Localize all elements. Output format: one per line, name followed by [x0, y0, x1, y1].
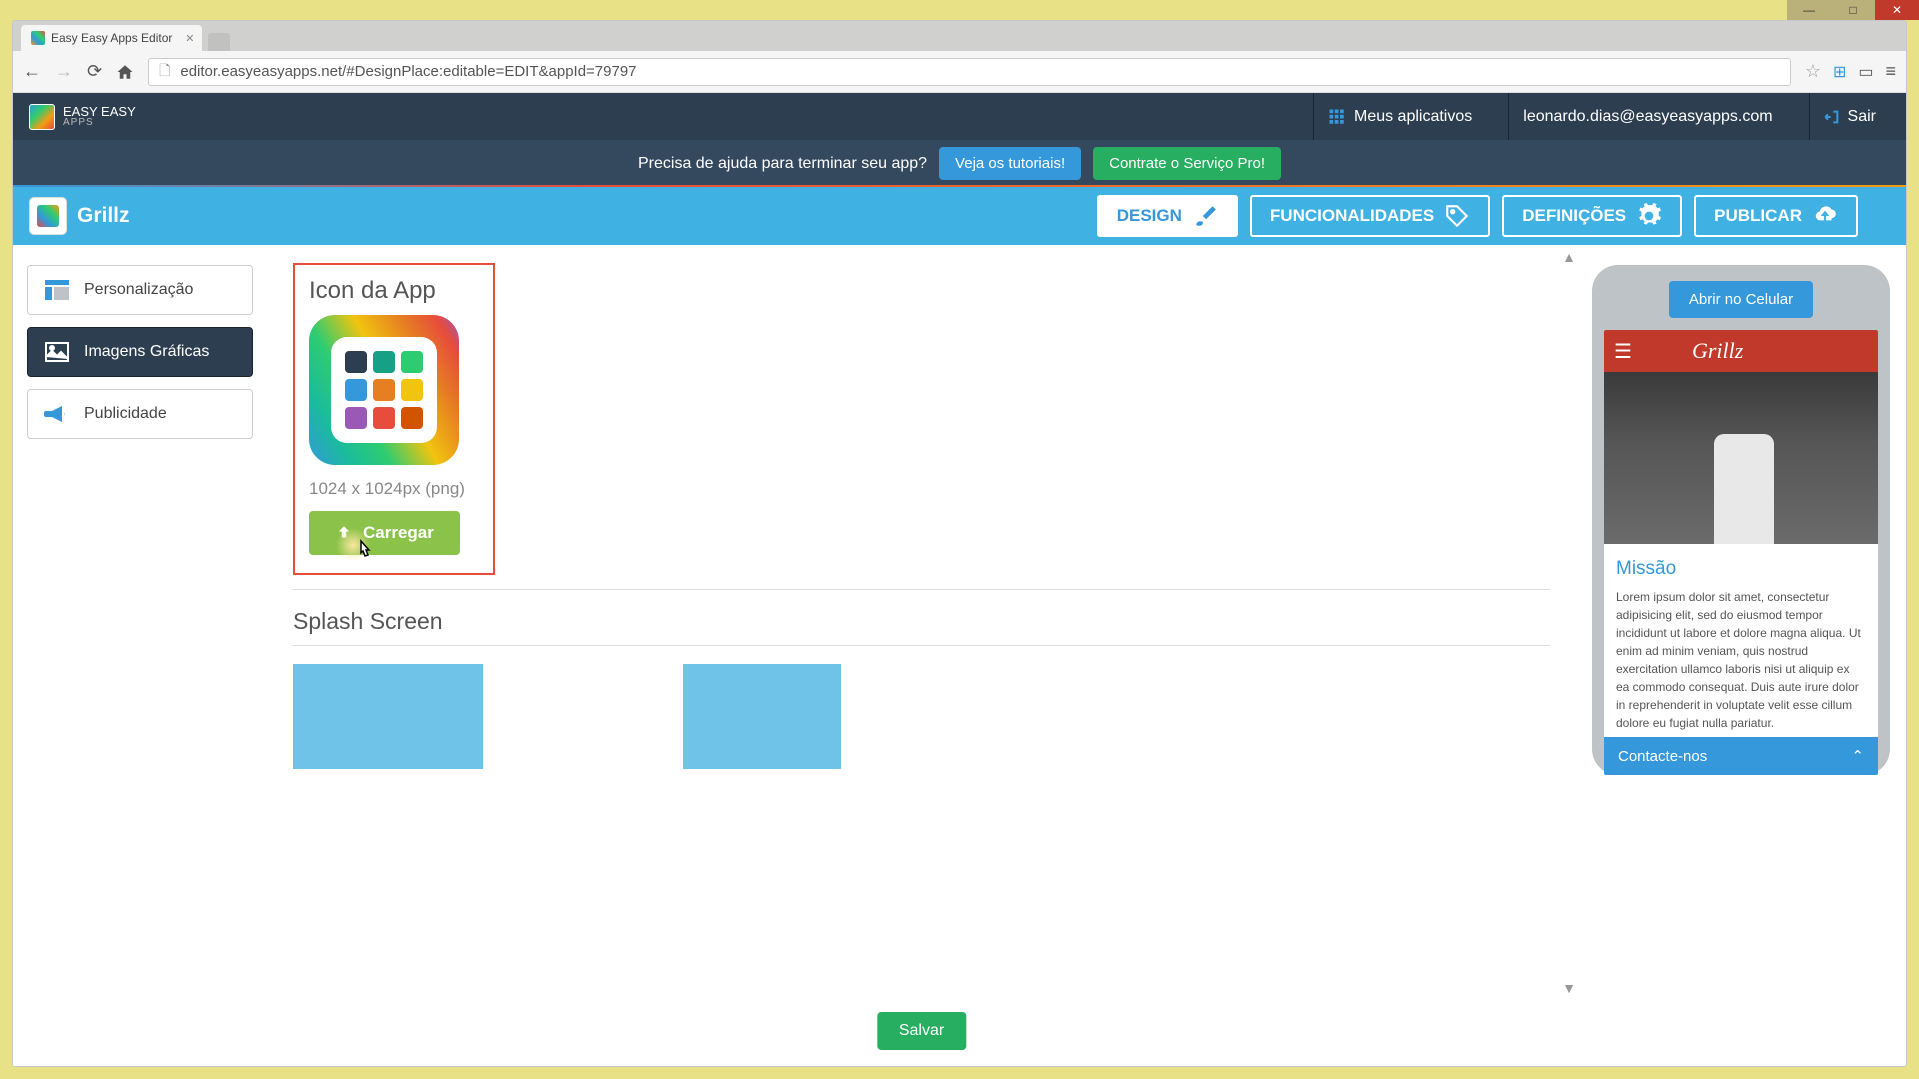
tab-settings[interactable]: DEFINIÇÕES	[1502, 195, 1682, 237]
layout-icon	[44, 280, 70, 300]
preview-hero-image	[1604, 372, 1878, 544]
scroll-down-icon[interactable]: ▼	[1562, 980, 1576, 996]
brand-logo[interactable]: EASY EASY APPS	[29, 104, 136, 130]
browser-tab[interactable]: Easy Easy Apps Editor ✕	[21, 25, 202, 51]
home-icon[interactable]	[116, 63, 134, 81]
my-apps-link[interactable]: Meus aplicativos	[1313, 93, 1486, 140]
tab-design[interactable]: DESIGN	[1097, 195, 1238, 237]
forward-icon: →	[55, 61, 73, 82]
tag-icon	[1444, 203, 1470, 229]
help-question: Precisa de ajuda para terminar seu app?	[638, 155, 927, 173]
bookmark-star-icon[interactable]: ☆	[1805, 61, 1821, 82]
brand-line2: APPS	[63, 118, 136, 128]
preview-body-text: Lorem ipsum dolor sit amet, consectetur …	[1616, 588, 1866, 732]
megaphone-icon	[44, 404, 70, 424]
phone-frame: Abrir no Celular ☰ Grillz Missão Lorem i…	[1592, 265, 1890, 775]
sidebar-graphics-label: Imagens Gráficas	[84, 343, 209, 361]
contact-us-bar[interactable]: Contacte-nos ⌃	[1604, 737, 1878, 775]
logout-icon	[1824, 109, 1840, 125]
hamburger-menu-icon[interactable]: ☰	[1614, 339, 1632, 364]
user-email[interactable]: leonardo.dias@easyeasyapps.com	[1508, 93, 1786, 140]
icon-dimensions-text: 1024 x 1024px (png)	[309, 479, 479, 499]
window-maximize-button[interactable]: □	[1831, 0, 1875, 20]
upload-button-label: Carregar	[363, 523, 434, 543]
tab-close-icon[interactable]: ✕	[185, 32, 194, 45]
preview-app-logo: Grillz	[1692, 338, 1743, 364]
app-icon-small	[29, 197, 67, 235]
sidebar-item-graphics[interactable]: Imagens Gráficas	[27, 327, 253, 377]
preview-app-header: ☰ Grillz	[1604, 330, 1878, 372]
apps-grid-icon	[1328, 108, 1346, 126]
save-button[interactable]: Salvar	[877, 1012, 966, 1050]
app-name-label: Grillz	[77, 204, 130, 228]
extension-icon[interactable]: ⊞	[1833, 62, 1846, 82]
scroll-up-icon[interactable]: ▲	[1562, 249, 1576, 265]
app-header-bar: Grillz DESIGN FUNCIONALIDADES DEFINIÇÕES	[13, 187, 1906, 245]
tab-features[interactable]: FUNCIONALIDADES	[1250, 195, 1490, 237]
design-sidebar: Personalização Imagens Gráficas Publicid…	[13, 245, 267, 1066]
app-topbar: EASY EASY APPS Meus aplicativos leonardo…	[13, 93, 1906, 140]
tab-design-label: DESIGN	[1117, 206, 1182, 226]
url-input[interactable]: 🗋 editor.easyeasyapps.net/#DesignPlace:e…	[148, 58, 1791, 86]
my-apps-label: Meus aplicativos	[1354, 108, 1472, 126]
back-icon[interactable]: ←	[23, 61, 41, 82]
cloud-upload-icon	[1812, 203, 1838, 229]
page-icon: 🗋	[159, 60, 170, 84]
phone-screen: ☰ Grillz Missão Lorem ipsum dolor sit am…	[1604, 330, 1878, 775]
window-close-button[interactable]: ✕	[1875, 0, 1919, 20]
window-minimize-button[interactable]: —	[1787, 0, 1831, 20]
upload-icon-button[interactable]: Carregar	[309, 511, 460, 555]
sidebar-personalize-label: Personalização	[84, 281, 193, 299]
help-bar: Precisa de ajuda para terminar seu app? …	[13, 140, 1906, 187]
brush-icon	[1192, 203, 1218, 229]
tab-settings-label: DEFINIÇÕES	[1522, 206, 1626, 226]
splash-preview-landscape[interactable]	[293, 664, 483, 769]
phone-preview-panel: Abrir no Celular ☰ Grillz Missão Lorem i…	[1576, 245, 1906, 1066]
logout-label: Sair	[1848, 108, 1876, 126]
user-email-text: leonardo.dias@easyeasyapps.com	[1523, 108, 1772, 126]
sidebar-ads-label: Publicidade	[84, 405, 167, 423]
logout-link[interactable]: Sair	[1809, 93, 1890, 140]
tab-favicon-icon	[31, 31, 45, 45]
pro-service-button[interactable]: Contrate o Serviço Pro!	[1093, 147, 1281, 180]
tab-features-label: FUNCIONALIDADES	[1270, 206, 1434, 226]
open-on-mobile-button[interactable]: Abrir no Celular	[1669, 281, 1813, 318]
splash-preview-portrait[interactable]	[683, 664, 841, 769]
tab-publish[interactable]: PUBLICAR	[1694, 195, 1858, 237]
upload-arrow-icon	[335, 524, 353, 542]
url-text: editor.easyeasyapps.net/#DesignPlace:edi…	[180, 63, 636, 80]
chevron-up-icon: ⌃	[1851, 747, 1864, 765]
browser-navbar: ← → ⟳ 🗋 editor.easyeasyapps.net/#DesignP…	[13, 51, 1906, 93]
gear-icon	[1636, 203, 1662, 229]
preview-section-title: Missão	[1616, 558, 1866, 580]
reload-icon[interactable]: ⟳	[87, 61, 102, 82]
browser-tabbar: Easy Easy Apps Editor ✕	[13, 21, 1906, 51]
app-icon-preview	[309, 315, 459, 465]
icon-section-title: Icon da App	[309, 277, 479, 305]
contact-label: Contacte-nos	[1618, 748, 1707, 765]
tab-title: Easy Easy Apps Editor	[51, 31, 172, 45]
sidebar-item-ads[interactable]: Publicidade	[27, 389, 253, 439]
tutorials-button[interactable]: Veja os tutoriais!	[939, 147, 1081, 180]
tab-publish-label: PUBLICAR	[1714, 206, 1802, 226]
main-content: ▲ Icon da App 1024 x 1024px (png)	[267, 245, 1576, 1066]
device-icon[interactable]: ▭	[1858, 62, 1873, 82]
sidebar-item-personalize[interactable]: Personalização	[27, 265, 253, 315]
new-tab-button[interactable]	[208, 33, 230, 51]
splash-section-title: Splash Screen	[293, 608, 1550, 635]
image-icon	[44, 342, 70, 362]
browser-menu-icon[interactable]: ≡	[1885, 61, 1896, 82]
brand-mark-icon	[29, 104, 55, 130]
icon-section-highlighted: Icon da App 1024 x 1024px (png)	[293, 263, 495, 575]
